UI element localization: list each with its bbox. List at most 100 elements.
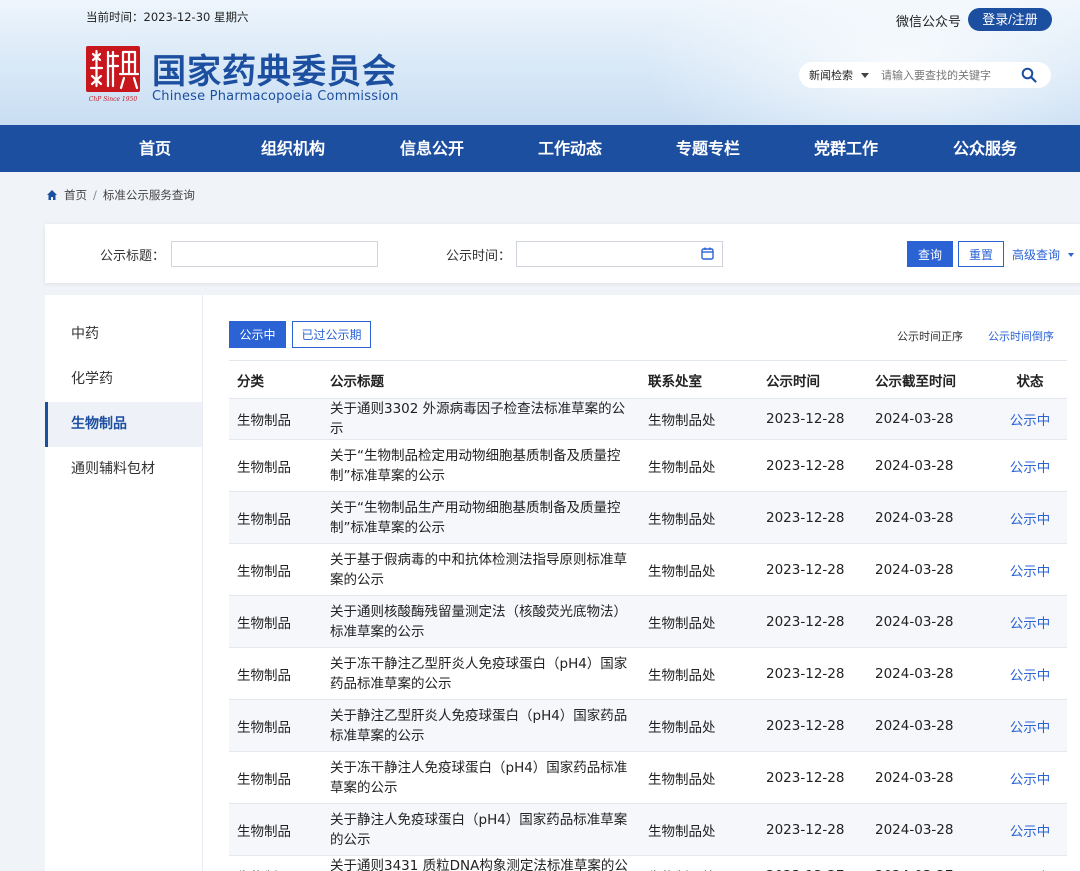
table-row[interactable]: 生物制品 关于冻干静注乙型肝炎人免疫球蛋白（pH4）国家药品标准草案的公示 生物…: [229, 647, 1067, 700]
table-row[interactable]: 生物制品 关于通则3302 外源病毒因子检查法标准草案的公示 生物制品处 202…: [229, 398, 1067, 440]
cell-status[interactable]: 公示中: [993, 699, 1067, 752]
cell-dept: 生物制品处: [648, 647, 766, 700]
cell-title[interactable]: 关于静注乙型肝炎人免疫球蛋白（pH4）国家药品标准草案的公示: [330, 699, 648, 752]
nav-item-topics[interactable]: 专题专栏: [648, 125, 768, 172]
cell-dept: 生物制品处: [648, 543, 766, 596]
nav-item-work[interactable]: 工作动态: [510, 125, 630, 172]
nav-item-organization[interactable]: 组织机构: [233, 125, 353, 172]
table-row[interactable]: 生物制品 关于冻干静注人免疫球蛋白（pH4）国家药品标准草案的公示 生物制品处 …: [229, 751, 1067, 804]
results-table: 分类 公示标题 联系处室 公示时间 公示截至时间 状态 生物制品 关于通则330…: [229, 360, 1067, 871]
reset-button[interactable]: 重置: [958, 241, 1004, 267]
cell-status[interactable]: 公示中: [993, 491, 1067, 544]
cell-category: 生物制品: [229, 398, 330, 440]
cell-date: 2023-12-28: [766, 491, 875, 544]
cell-category: 生物制品: [229, 699, 330, 752]
sidebar-item-general[interactable]: 通则辅料包材: [45, 447, 202, 492]
cell-dept: 生物制品处: [648, 439, 766, 492]
cell-title[interactable]: 关于通则核酸酶残留量测定法（核酸荧光底物法）标准草案的公示: [330, 595, 648, 648]
table-row[interactable]: 生物制品 关于静注人免疫球蛋白（pH4）国家药品标准草案的公示 生物制品处 20…: [229, 803, 1067, 856]
cell-dept: 生物制品处: [648, 751, 766, 804]
cell-title[interactable]: 关于静注人免疫球蛋白（pH4）国家药品标准草案的公示: [330, 803, 648, 856]
wechat-link[interactable]: 微信公众号: [896, 11, 961, 30]
cell-date: 2023-12-28: [766, 647, 875, 700]
cell-dept: 生物制品处: [648, 595, 766, 648]
table-row[interactable]: 生物制品 关于静注乙型肝炎人免疫球蛋白（pH4）国家药品标准草案的公示 生物制品…: [229, 699, 1067, 752]
cell-status[interactable]: 公示中: [993, 803, 1067, 856]
sort-ascending[interactable]: 公示时间正序: [897, 328, 963, 344]
tab-expired[interactable]: 已过公示期: [292, 321, 371, 348]
chevron-down-icon[interactable]: [861, 72, 869, 78]
search-input[interactable]: [881, 68, 1009, 82]
chp-seal-icon: ChP Since 1950: [86, 46, 140, 103]
sort-descending[interactable]: 公示时间倒序: [988, 328, 1054, 344]
table-row[interactable]: 生物制品 关于通则核酸酶残留量测定法（核酸荧光底物法）标准草案的公示 生物制品处…: [229, 595, 1067, 648]
breadcrumb: 首页 / 标准公示服务查询: [46, 187, 195, 203]
cell-title[interactable]: 关于冻干静注人免疫球蛋白（pH4）国家药品标准草案的公示: [330, 751, 648, 804]
cell-deadline: 2024-03-28: [875, 751, 993, 804]
table-row[interactable]: 生物制品 关于基于假病毒的中和抗体检测法指导原则标准草案的公示 生物制品处 20…: [229, 543, 1067, 596]
cell-category: 生物制品: [229, 647, 330, 700]
calendar-icon[interactable]: [701, 247, 714, 260]
title-filter-input[interactable]: [171, 241, 378, 267]
cell-status[interactable]: 公示中: [993, 543, 1067, 596]
table-header-row: 分类 公示标题 联系处室 公示时间 公示截至时间 状态: [229, 360, 1067, 399]
sidebar-item-chemical[interactable]: 化学药: [45, 357, 202, 402]
table-row[interactable]: 生物制品 关于“生物制品检定用动物细胞基质制备及质量控制”标准草案的公示 生物制…: [229, 439, 1067, 492]
advanced-search-toggle[interactable]: 高级查询: [1012, 246, 1075, 263]
cell-title[interactable]: 关于“生物制品生产用动物细胞基质制备及质量控制”标准草案的公示: [330, 491, 648, 544]
time-filter-label: 公示时间：: [446, 249, 512, 264]
cell-status[interactable]: 公示中: [993, 855, 1067, 871]
cell-category: 生物制品: [229, 855, 330, 871]
cell-date: 2023-12-28: [766, 699, 875, 752]
cell-status[interactable]: 公示中: [993, 751, 1067, 804]
cell-title[interactable]: 关于通则3431 质粒DNA构象测定法标准草案的公示: [330, 855, 648, 871]
nav-item-party[interactable]: 党群工作: [786, 125, 906, 172]
current-date: 当前时间：2023-12-30 星期六: [86, 10, 249, 24]
login-button[interactable]: 登录/注册: [968, 8, 1052, 31]
cell-status[interactable]: 公示中: [993, 439, 1067, 492]
cell-status[interactable]: 公示中: [993, 595, 1067, 648]
cell-dept: 生物制品处: [648, 398, 766, 440]
cell-dept: 生物制品处: [648, 699, 766, 752]
search-scope-select[interactable]: 新闻检索: [809, 67, 853, 83]
cell-deadline: 2024-03-28: [875, 699, 993, 752]
category-sidebar: 中药 化学药 生物制品 通则辅料包材: [45, 295, 202, 871]
site-title: 国家药典委员会: [152, 52, 397, 92]
cell-title[interactable]: 关于冻干静注乙型肝炎人免疫球蛋白（pH4）国家药品标准草案的公示: [330, 647, 648, 700]
nav-item-public-service[interactable]: 公众服务: [925, 125, 1045, 172]
search-bar: 新闻检索: [799, 62, 1051, 88]
cell-title[interactable]: 关于基于假病毒的中和抗体检测法指导原则标准草案的公示: [330, 543, 648, 596]
cell-date: 2023-12-28: [766, 439, 875, 492]
cell-deadline: 2024-03-28: [875, 491, 993, 544]
nav-item-info[interactable]: 信息公开: [372, 125, 492, 172]
cell-status[interactable]: 公示中: [993, 647, 1067, 700]
col-status: 状态: [993, 360, 1067, 399]
title-filter-label: 公示标题：: [100, 249, 166, 264]
cell-category: 生物制品: [229, 439, 330, 492]
col-dept: 联系处室: [648, 360, 766, 399]
sidebar-item-tcm[interactable]: 中药: [45, 312, 202, 357]
cell-title[interactable]: 关于通则3302 外源病毒因子检查法标准草案的公示: [330, 398, 648, 440]
main-nav: 首页 组织机构 信息公开 工作动态 专题专栏 党群工作 公众服务: [0, 125, 1080, 172]
tab-in-publicity[interactable]: 公示中: [229, 321, 286, 348]
table-row[interactable]: 生物制品 关于通则3431 质粒DNA构象测定法标准草案的公示 生物制品处 20…: [229, 855, 1067, 871]
col-deadline: 公示截至时间: [875, 360, 993, 399]
col-title: 公示标题: [330, 360, 648, 399]
query-button[interactable]: 查询: [907, 241, 953, 267]
nav-item-home[interactable]: 首页: [95, 125, 215, 172]
table-row[interactable]: 生物制品 关于“生物制品生产用动物细胞基质制备及质量控制”标准草案的公示 生物制…: [229, 491, 1067, 544]
cell-category: 生物制品: [229, 751, 330, 804]
col-category: 分类: [229, 360, 330, 399]
time-filter-input[interactable]: [516, 241, 723, 267]
breadcrumb-separator: /: [93, 188, 97, 202]
sidebar-item-biological[interactable]: 生物制品: [45, 402, 202, 447]
cell-title[interactable]: 关于“生物制品检定用动物细胞基质制备及质量控制”标准草案的公示: [330, 439, 648, 492]
breadcrumb-home[interactable]: 首页: [64, 187, 87, 203]
breadcrumb-current: 标准公示服务查询: [102, 188, 195, 202]
cell-dept: 生物制品处: [648, 855, 766, 871]
search-icon[interactable]: [1021, 67, 1037, 83]
cell-category: 生物制品: [229, 595, 330, 648]
cell-status[interactable]: 公示中: [993, 398, 1067, 440]
site-header: 当前时间：2023-12-30 星期六 微信公众号 登录/注册 ChP Sinc…: [0, 0, 1080, 125]
chevron-down-icon: [1068, 252, 1075, 257]
